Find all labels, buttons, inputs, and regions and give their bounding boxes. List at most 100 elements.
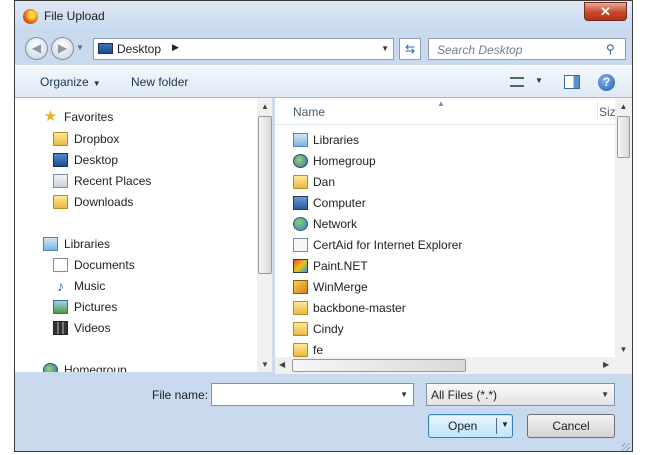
file-label: Dan <box>313 175 336 189</box>
file-list-scroll-thumb[interactable] <box>617 116 630 158</box>
nav-item-desktop[interactable]: Desktop <box>53 151 118 169</box>
scroll-left-icon[interactable]: ◀ <box>279 360 285 369</box>
nav-label: Pictures <box>74 300 118 314</box>
address-bar[interactable]: Desktop ▶ ▼ <box>93 38 394 60</box>
file-label: WinMerge <box>313 280 368 294</box>
list-item-libraries[interactable]: Libraries <box>293 131 359 149</box>
file-label: Network <box>313 217 358 231</box>
desktop-icon <box>53 153 68 167</box>
address-dropdown-icon[interactable]: ▼ <box>381 44 389 53</box>
nav-group-libraries[interactable]: Libraries <box>43 235 110 253</box>
list-item-network[interactable]: Network <box>293 215 357 233</box>
recent-locations-dropdown-icon[interactable]: ▼ <box>76 43 84 52</box>
network-icon <box>293 217 308 231</box>
column-header-name[interactable]: Name <box>293 105 325 119</box>
column-header-size[interactable]: Siz <box>599 105 616 119</box>
breadcrumb-arrow-icon[interactable]: ▶ <box>172 42 179 53</box>
file-list-pane: ▲ Name Siz Libraries Homegroup Dan Compu… <box>275 98 632 372</box>
file-label: CertAid for Internet Explorer <box>313 238 463 252</box>
nav-item-music[interactable]: ♪ Music <box>53 277 105 295</box>
new-folder-button[interactable]: New folder <box>131 75 188 89</box>
computer-icon <box>293 196 308 210</box>
list-item-backbone-master[interactable]: backbone-master <box>293 299 406 317</box>
file-label: Computer <box>313 196 366 210</box>
nav-item-documents[interactable]: Documents <box>53 256 135 274</box>
nav-group-homegroup[interactable]: Homegroup <box>43 361 127 372</box>
file-label: Paint.NET <box>313 259 368 273</box>
scroll-down-icon[interactable]: ▼ <box>615 345 632 354</box>
file-label: fe <box>313 343 324 357</box>
file-type-value[interactable]: All Files (*.*) <box>431 388 497 402</box>
file-name-dropdown-icon[interactable]: ▼ <box>400 390 408 399</box>
nav-item-dropbox[interactable]: Dropbox <box>53 130 119 148</box>
nav-label: Recent Places <box>74 174 152 188</box>
organize-label: Organize <box>40 75 89 89</box>
scroll-up-icon[interactable]: ▲ <box>615 102 632 111</box>
open-button[interactable]: Open ▼ <box>428 414 513 438</box>
list-item-homegroup[interactable]: Homegroup <box>293 152 376 170</box>
refresh-button[interactable]: ⇆ <box>399 38 421 60</box>
nav-item-pictures[interactable]: Pictures <box>53 298 117 316</box>
list-item-paint-net[interactable]: Paint.NET <box>293 257 368 275</box>
scroll-right-icon[interactable]: ▶ <box>603 360 609 369</box>
chevron-down-icon[interactable]: ▼ <box>601 390 609 399</box>
list-item-cindy[interactable]: Cindy <box>293 320 344 338</box>
sort-ascending-icon: ▲ <box>437 99 445 108</box>
resize-grip-icon[interactable] <box>622 443 630 451</box>
window-title: File Upload <box>44 9 105 23</box>
nav-pane-scroll-thumb[interactable] <box>258 116 272 274</box>
music-icon: ♪ <box>57 278 64 294</box>
file-name-label: File name: <box>152 388 209 402</box>
nav-group-favorites[interactable]: ★ Favorites <box>43 108 114 126</box>
file-name-input[interactable]: ▼ <box>211 383 414 406</box>
search-placeholder[interactable]: Search Desktop <box>437 43 522 57</box>
cancel-button[interactable]: Cancel <box>527 414 615 438</box>
navigation-pane: ★ Favorites Dropbox Desktop Recent Place… <box>15 98 273 372</box>
forward-button[interactable]: ▶ <box>51 37 74 60</box>
desktop-icon <box>98 43 113 54</box>
change-view-icon[interactable] <box>510 77 524 87</box>
nav-item-downloads[interactable]: Downloads <box>53 193 133 211</box>
nav-label: Dropbox <box>74 132 120 146</box>
open-button-label: Open <box>448 419 478 433</box>
file-type-select[interactable]: All Files (*.*) ▼ <box>426 383 615 406</box>
nav-label: Desktop <box>74 153 119 167</box>
help-icon[interactable]: ? <box>598 74 615 91</box>
scroll-up-icon[interactable]: ▲ <box>257 102 272 111</box>
back-button[interactable]: ◀ <box>25 37 48 60</box>
preview-pane-icon[interactable] <box>564 75 580 89</box>
title-bar[interactable]: File Upload ✕ <box>15 1 632 31</box>
file-list-vertical-scrollbar[interactable]: ▲ ▼ <box>615 98 632 357</box>
organize-button[interactable]: Organize ▼ <box>40 75 101 89</box>
file-label: Libraries <box>313 133 360 147</box>
list-item-certaid[interactable]: CertAid for Internet Explorer <box>293 236 462 254</box>
file-label: Homegroup <box>313 154 376 168</box>
list-item-computer[interactable]: Computer <box>293 194 366 212</box>
column-header-row: ▲ Name Siz <box>275 98 616 125</box>
file-list-horizontal-scrollbar[interactable]: ◀ ▶ <box>275 357 632 374</box>
nav-item-videos[interactable]: Videos <box>53 319 110 337</box>
file-upload-dialog: File Upload ✕ ◀ ▶ ▼ Desktop ▶ ▼ ⇆ Search… <box>14 0 633 452</box>
nav-item-recent-places[interactable]: Recent Places <box>53 172 151 190</box>
open-options-dropdown-icon[interactable]: ▼ <box>501 420 509 429</box>
nav-label: Videos <box>74 321 111 335</box>
list-item-winmerge[interactable]: WinMerge <box>293 278 368 296</box>
scroll-down-icon[interactable]: ▼ <box>257 360 272 369</box>
address-row: ◀ ▶ ▼ Desktop ▶ ▼ ⇆ Search Desktop ⚲ <box>15 31 632 65</box>
folder-icon <box>293 301 308 315</box>
view-options-dropdown-icon[interactable]: ▼ <box>535 76 543 85</box>
search-icon[interactable]: ⚲ <box>606 42 621 56</box>
nav-label: Libraries <box>64 237 111 251</box>
column-divider[interactable] <box>597 102 598 120</box>
address-location[interactable]: Desktop <box>117 42 161 56</box>
list-item-dan[interactable]: Dan <box>293 173 335 191</box>
search-box[interactable]: Search Desktop ⚲ <box>428 38 626 60</box>
horizontal-scroll-thumb[interactable] <box>292 359 466 372</box>
firefox-icon <box>23 9 38 24</box>
close-button[interactable]: ✕ <box>584 2 627 21</box>
nav-pane-scrollbar[interactable]: ▲ ▼ <box>257 98 272 372</box>
nav-label: Homegroup <box>64 363 127 372</box>
nav-label: Favorites <box>64 110 114 124</box>
homegroup-icon <box>293 154 308 168</box>
document-icon <box>53 258 68 272</box>
